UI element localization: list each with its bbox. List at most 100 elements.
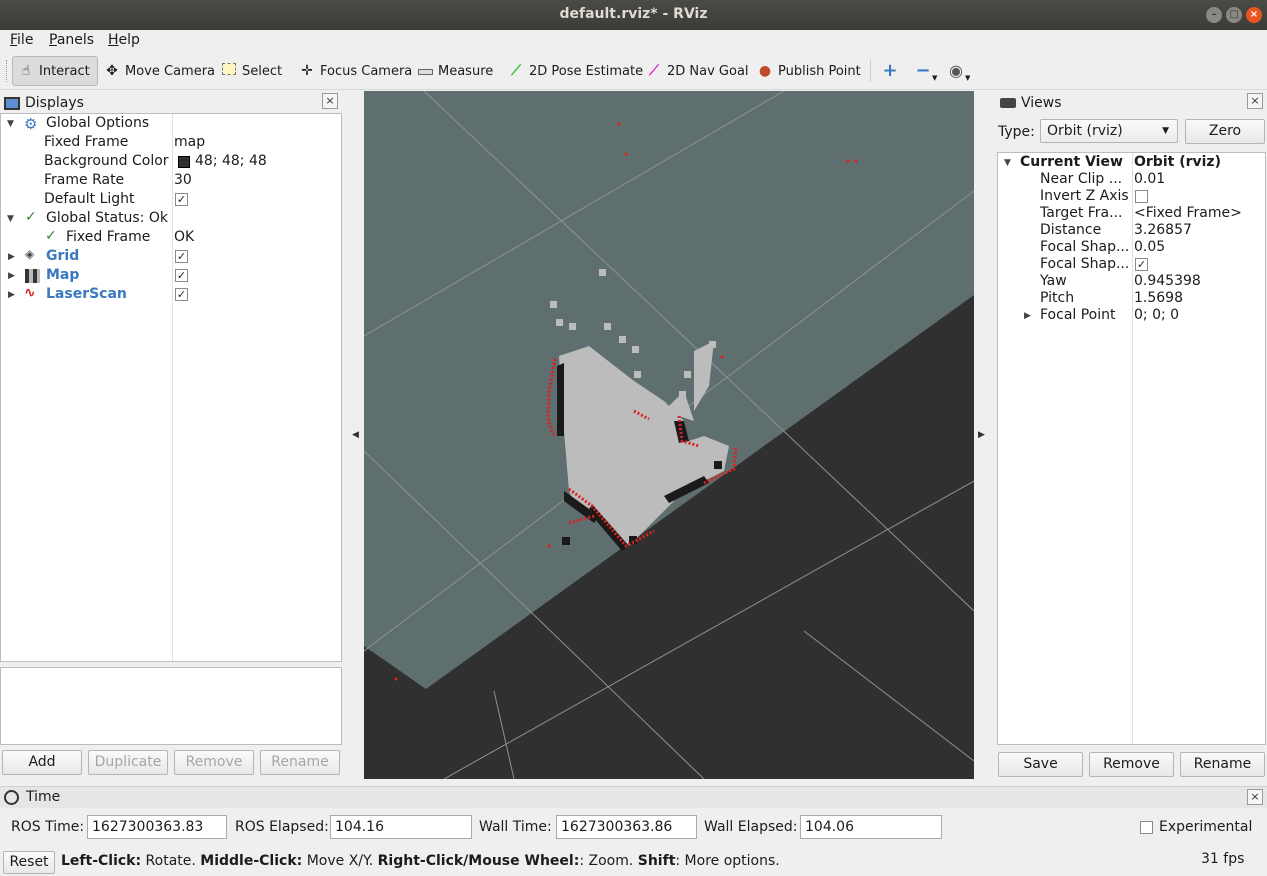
time-title: Time: [26, 789, 61, 805]
background-color-value[interactable]: 48; 48; 48: [195, 152, 267, 171]
fixed-frame-value[interactable]: map: [174, 133, 205, 152]
focal-shape-fixed-checkbox[interactable]: ✓: [1135, 258, 1148, 271]
expand-arrow-icon[interactable]: ▼: [1004, 158, 1011, 168]
experimental-checkbox[interactable]: [1140, 821, 1153, 834]
displays-tree[interactable]: ▼ ⚙ Global Options Fixed Frame map Backg…: [0, 113, 342, 662]
collapse-left-panel-icon[interactable]: ◀: [352, 430, 359, 440]
zero-view-button[interactable]: Zero: [1185, 119, 1265, 144]
background-color-label: Background Color: [44, 153, 169, 169]
laserscan-enabled-checkbox[interactable]: ✓: [175, 288, 188, 301]
minimize-button[interactable]: –: [1206, 7, 1222, 23]
measure-tool-button[interactable]: Measure: [412, 56, 498, 86]
menu-bar: File Panels Help: [0, 30, 1267, 52]
status-fixed-frame-label: Fixed Frame: [66, 229, 151, 245]
global-status-row[interactable]: Global Status: Ok: [46, 209, 168, 228]
ros-time-label: ROS Time:: [11, 819, 85, 835]
hand-pointer-icon: ☝: [21, 63, 31, 79]
display-item-laserscan[interactable]: LaserScan: [46, 285, 127, 304]
frame-rate-label: Frame Rate: [44, 172, 125, 188]
interact-tool-button[interactable]: ☝ Interact: [12, 56, 98, 86]
view-type-select[interactable]: Orbit (rviz) ▼: [1040, 119, 1178, 143]
views-close-button[interactable]: ×: [1247, 93, 1263, 109]
green-arrow-icon: ⟋: [511, 63, 521, 79]
publish-point-tool-button[interactable]: ● Publish Point: [752, 56, 866, 86]
reset-button[interactable]: Reset: [3, 851, 55, 874]
tool-visibility-button[interactable]: ◉ ▼: [943, 56, 975, 86]
select-tool-button[interactable]: Select: [216, 56, 287, 86]
menu-file[interactable]: File: [10, 32, 33, 48]
rename-view-button[interactable]: Rename: [1180, 752, 1265, 777]
remove-view-button[interactable]: Remove: [1089, 752, 1174, 777]
pose-estimate-tool-button[interactable]: ⟋ 2D Pose Estimate: [503, 56, 648, 86]
wall-elapsed-label: Wall Elapsed:: [704, 819, 798, 835]
display-description-box: [0, 667, 342, 745]
collapse-arrow-icon[interactable]: ▶: [8, 252, 15, 262]
add-display-button[interactable]: Add: [2, 750, 82, 775]
collapse-arrow-icon[interactable]: ▶: [8, 290, 15, 300]
collapse-arrow-icon[interactable]: ▶: [1024, 311, 1031, 321]
chevron-down-icon: ▼: [1162, 126, 1169, 136]
displays-panel-header: Displays: [4, 92, 84, 114]
background-color-swatch[interactable]: [178, 156, 190, 168]
expand-arrow-icon[interactable]: ▼: [7, 214, 14, 224]
views-tree[interactable]: ▼ Current View Orbit (rviz) Near Clip ..…: [997, 152, 1266, 745]
map-enabled-checkbox[interactable]: ✓: [175, 269, 188, 282]
maximize-button[interactable]: □: [1226, 7, 1242, 23]
menu-panels[interactable]: Panels: [49, 32, 94, 48]
displays-title: Displays: [25, 95, 84, 111]
collapse-right-panel-icon[interactable]: ▶: [978, 430, 985, 440]
invert-z-checkbox[interactable]: [1135, 190, 1148, 203]
status-bar: Reset Left-Click: Rotate. Middle-Click: …: [0, 848, 1267, 876]
near-clip-value[interactable]: 0.01: [1134, 170, 1165, 189]
magenta-arrow-icon: ⟋: [649, 63, 659, 79]
default-light-checkbox[interactable]: ✓: [175, 193, 188, 206]
focal-shape-size-value[interactable]: 0.05: [1134, 238, 1165, 257]
frame-rate-value[interactable]: 30: [174, 171, 192, 190]
display-item-map[interactable]: Map: [46, 266, 79, 285]
expand-arrow-icon[interactable]: ▼: [7, 119, 14, 129]
fps-counter: 31 fps: [1201, 851, 1245, 867]
eye-icon: ◉: [949, 61, 963, 80]
title-bar: default.rviz* - RViz – □ ×: [0, 0, 1267, 30]
collapse-arrow-icon[interactable]: ▶: [8, 271, 15, 281]
nav-goal-tool-button[interactable]: ⟋ 2D Nav Goal: [641, 56, 754, 86]
close-window-button[interactable]: ×: [1246, 7, 1262, 23]
focal-point-label: Focal Point: [1040, 307, 1116, 323]
render-3d-view[interactable]: [364, 91, 974, 779]
status-fixed-frame-value: OK: [174, 229, 195, 245]
fixed-frame-label: Fixed Frame: [44, 134, 129, 150]
camera-icon: [1000, 98, 1016, 108]
global-options-row[interactable]: Global Options: [46, 114, 149, 133]
wall-elapsed-field[interactable]: 104.06: [800, 815, 942, 839]
displays-close-button[interactable]: ×: [322, 93, 338, 109]
add-tool-button[interactable]: +: [877, 56, 903, 86]
minus-icon: −: [915, 60, 931, 81]
wall-time-label: Wall Time:: [479, 819, 552, 835]
ros-time-field[interactable]: 1627300363.83: [87, 815, 227, 839]
select-box-icon: [221, 63, 237, 79]
toolbar-grip: [6, 60, 8, 82]
ruler-icon: [417, 63, 433, 79]
default-light-label: Default Light: [44, 191, 135, 207]
focus-crosshair-icon: ✛: [301, 63, 313, 79]
duplicate-display-button[interactable]: Duplicate: [88, 750, 168, 775]
wall-time-field[interactable]: 1627300363.86: [556, 815, 697, 839]
time-close-button[interactable]: ×: [1247, 789, 1263, 805]
render-canvas[interactable]: [364, 91, 974, 779]
remove-tool-button[interactable]: − ▼: [910, 56, 942, 86]
remove-display-button[interactable]: Remove: [174, 750, 254, 775]
grid-enabled-checkbox[interactable]: ✓: [175, 250, 188, 263]
menu-help[interactable]: Help: [108, 32, 140, 48]
gear-icon: ⚙: [24, 115, 38, 133]
move-camera-icon: ✥: [106, 63, 118, 79]
time-panel-header: Time ×: [0, 786, 1267, 808]
rename-display-button[interactable]: Rename: [260, 750, 340, 775]
focus-camera-tool-button[interactable]: ✛ Focus Camera: [294, 56, 417, 86]
display-item-grid[interactable]: Grid: [46, 247, 79, 266]
check-ok-icon: ✓: [25, 209, 37, 225]
move-camera-tool-button[interactable]: ✥ Move Camera: [99, 56, 220, 86]
save-view-button[interactable]: Save: [998, 752, 1083, 777]
focal-point-value[interactable]: 0; 0; 0: [1134, 306, 1179, 325]
ros-elapsed-field[interactable]: 104.16: [330, 815, 472, 839]
toolbar-separator: [870, 60, 871, 82]
